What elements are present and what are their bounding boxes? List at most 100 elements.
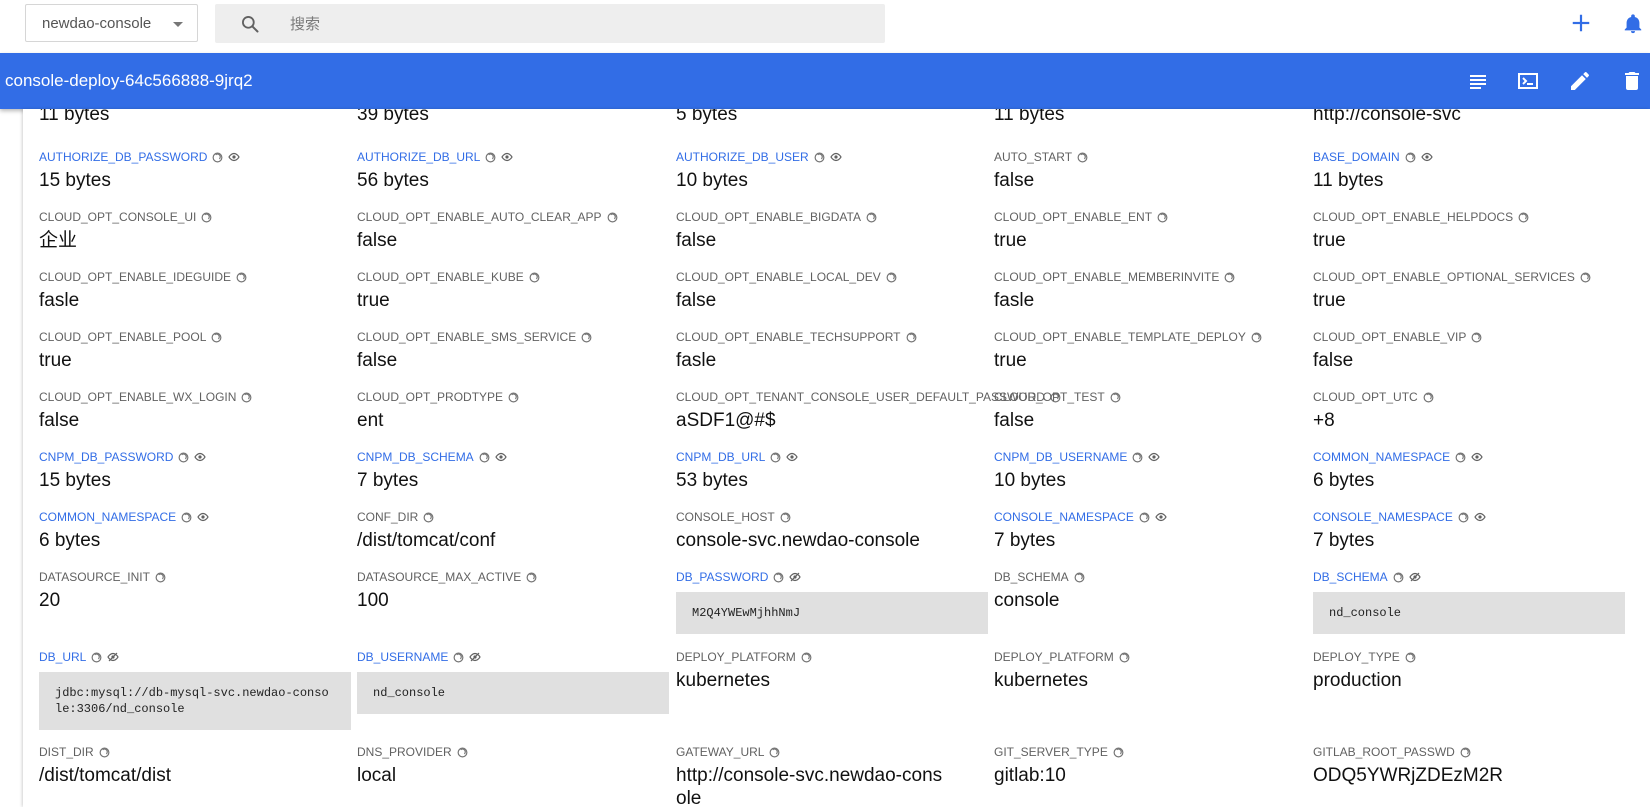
env-var-secret-link[interactable]: AUTHORIZE_DB_PASSWORD	[39, 150, 207, 164]
env-var-name: CLOUD_OPT_CONSOLE_UI	[39, 210, 197, 224]
eye-icon[interactable]	[1421, 152, 1433, 162]
env-var-item: CONSOLE_NAMESPACE 7 bytes	[994, 510, 1306, 552]
env-var-item: AUTHORIZE_DB_USER 10 bytes	[676, 150, 988, 192]
env-var-label: CLOUD_OPT_CONSOLE_UI	[39, 210, 351, 224]
env-var-secret-link[interactable]: BASE_DOMAIN	[1313, 150, 1400, 164]
env-var-item: 39 bytes	[357, 109, 669, 126]
edit-icon[interactable]	[1568, 69, 1592, 93]
env-var-value: false	[357, 350, 398, 371]
eye-icon[interactable]	[501, 152, 514, 162]
search-input[interactable]	[288, 4, 852, 45]
info-icon	[1074, 572, 1085, 582]
env-var-name: DEPLOY_PLATFORM	[994, 650, 1114, 664]
env-var-value: 10 bytes	[676, 170, 748, 191]
env-var-secret-link[interactable]: CONSOLE_NAMESPACE	[1313, 510, 1453, 524]
env-var-value: console-svc.newdao-console	[676, 530, 920, 551]
info-icon	[1518, 212, 1529, 222]
info-icon	[1077, 152, 1088, 162]
env-var-name: CLOUD_OPT_ENABLE_TECHSUPPORT	[676, 330, 901, 344]
env-var-value: true	[994, 230, 1027, 251]
env-var-item: AUTHORIZE_DB_PASSWORD 15 bytes	[39, 150, 351, 192]
env-var-item: DATASOURCE_INIT 20	[39, 570, 351, 612]
logs-icon[interactable]	[1466, 69, 1490, 93]
env-var-secret-link[interactable]: DB_URL	[39, 650, 86, 664]
env-var-label: CLOUD_OPT_ENABLE_IDEGUIDE	[39, 270, 351, 284]
eye-off-icon[interactable]	[107, 652, 120, 662]
env-var-label: DB_USERNAME	[357, 650, 669, 664]
env-var-label: CLOUD_OPT_ENABLE_SMS_SERVICE	[357, 330, 669, 344]
env-var-item: CLOUD_OPT_ENABLE_WX_LOGIN false	[39, 390, 351, 432]
env-var-value: 20	[39, 590, 61, 611]
bell-icon[interactable]	[1622, 12, 1644, 36]
env-var-item: DATASOURCE_MAX_ACTIVE 100	[357, 570, 669, 612]
env-var-label: CLOUD_OPT_UTC	[1313, 390, 1625, 404]
eye-icon[interactable]	[1155, 512, 1167, 522]
env-var-label: CNPM_DB_URL	[676, 450, 988, 464]
env-var-item: CNPM_DB_USERNAME 10 bytes	[994, 450, 1306, 492]
env-var-name: CLOUD_OPT_ENABLE_OPTIONAL_SERVICES	[1313, 270, 1575, 284]
env-var-secret-link[interactable]: DB_SCHEMA	[1313, 570, 1388, 584]
env-var-name: DATASOURCE_INIT	[39, 570, 150, 584]
info-icon	[801, 652, 812, 662]
info-icon	[1251, 332, 1262, 342]
eye-off-icon[interactable]	[789, 572, 802, 582]
env-var-value: aSDF1@#$	[676, 410, 776, 431]
env-var-value: true	[39, 350, 72, 371]
env-var-name: CLOUD_OPT_ENABLE_AUTO_CLEAR_APP	[357, 210, 602, 224]
namespace-selector-label: newdao-console	[42, 14, 152, 32]
env-var-secret-link[interactable]: CNPM_DB_PASSWORD	[39, 450, 173, 464]
info-icon	[814, 152, 825, 162]
eye-icon[interactable]	[194, 452, 207, 462]
env-var-item: CLOUD_OPT_ENABLE_POOL true	[39, 330, 351, 372]
eye-icon[interactable]	[1148, 452, 1161, 462]
info-icon	[485, 152, 496, 162]
eye-off-icon[interactable]	[469, 652, 482, 662]
env-var-item: CLOUD_OPT_ENABLE_HELPDOCS true	[1313, 210, 1625, 252]
env-var-secret-link[interactable]: AUTHORIZE_DB_USER	[676, 150, 809, 164]
env-var-value: 53 bytes	[676, 470, 748, 491]
env-var-name: GIT_SERVER_TYPE	[994, 745, 1108, 759]
env-var-item: AUTO_START false	[994, 150, 1306, 192]
env-var-name: CLOUD_OPT_UTC	[1313, 390, 1418, 404]
exec-icon[interactable]	[1516, 69, 1540, 93]
env-var-item: AUTHORIZE_DB_URL 56 bytes	[357, 150, 669, 192]
eye-icon[interactable]	[495, 452, 507, 462]
env-var-value: false	[39, 410, 80, 431]
info-icon	[770, 452, 781, 462]
delete-icon[interactable]	[1620, 69, 1644, 93]
eye-icon[interactable]	[786, 452, 799, 462]
env-var-item: CLOUD_OPT_ENABLE_VIP false	[1313, 330, 1625, 372]
env-var-value: 10 bytes	[994, 470, 1066, 491]
env-var-secret-value: jdbc:mysql://db-mysql-svc.newdao-console…	[39, 672, 351, 730]
eye-off-icon[interactable]	[1408, 572, 1421, 582]
plus-icon[interactable]	[1570, 12, 1592, 34]
env-var-item: CLOUD_OPT_TEST false	[994, 390, 1306, 432]
env-var-value: 6 bytes	[39, 530, 101, 551]
env-var-name: CONF_DIR	[357, 510, 419, 524]
env-var-secret-link[interactable]: CONSOLE_NAMESPACE	[994, 510, 1134, 524]
info-icon	[774, 572, 784, 582]
eye-icon[interactable]	[228, 152, 241, 162]
env-var-item: DB_SCHEMA nd_console	[1313, 570, 1625, 634]
env-var-secret-link[interactable]: COMMON_NAMESPACE	[39, 510, 176, 524]
eye-icon[interactable]	[197, 512, 209, 522]
env-var-secret-link[interactable]: DB_USERNAME	[357, 650, 448, 664]
eye-icon[interactable]	[1474, 512, 1486, 522]
env-var-secret-link[interactable]: CNPM_DB_USERNAME	[994, 450, 1127, 464]
eye-icon[interactable]	[830, 152, 842, 162]
namespace-selector[interactable]: newdao-console	[25, 4, 198, 42]
env-var-label: CNPM_DB_SCHEMA	[357, 450, 669, 464]
env-var-value: 7 bytes	[994, 530, 1056, 551]
eye-icon[interactable]	[1471, 452, 1483, 462]
env-var-name: CONSOLE_HOST	[676, 510, 775, 524]
env-var-secret-link[interactable]: CNPM_DB_URL	[676, 450, 765, 464]
env-var-secret-link[interactable]: CNPM_DB_SCHEMA	[357, 450, 474, 464]
env-var-secret-link[interactable]: AUTHORIZE_DB_URL	[357, 150, 480, 164]
env-var-item: CLOUD_OPT_ENABLE_ENT true	[994, 210, 1306, 252]
env-var-label: CLOUD_OPT_ENABLE_TEMPLATE_DEPLOY	[994, 330, 1306, 344]
env-var-secret-link[interactable]: DB_PASSWORD	[676, 570, 768, 584]
env-var-secret-link[interactable]: COMMON_NAMESPACE	[1313, 450, 1450, 464]
page-title: console-deploy-64c566888-9jrq2	[5, 71, 253, 90]
env-var-label: CLOUD_OPT_ENABLE_TECHSUPPORT	[676, 330, 988, 344]
env-var-label: CONF_DIR	[357, 510, 669, 524]
